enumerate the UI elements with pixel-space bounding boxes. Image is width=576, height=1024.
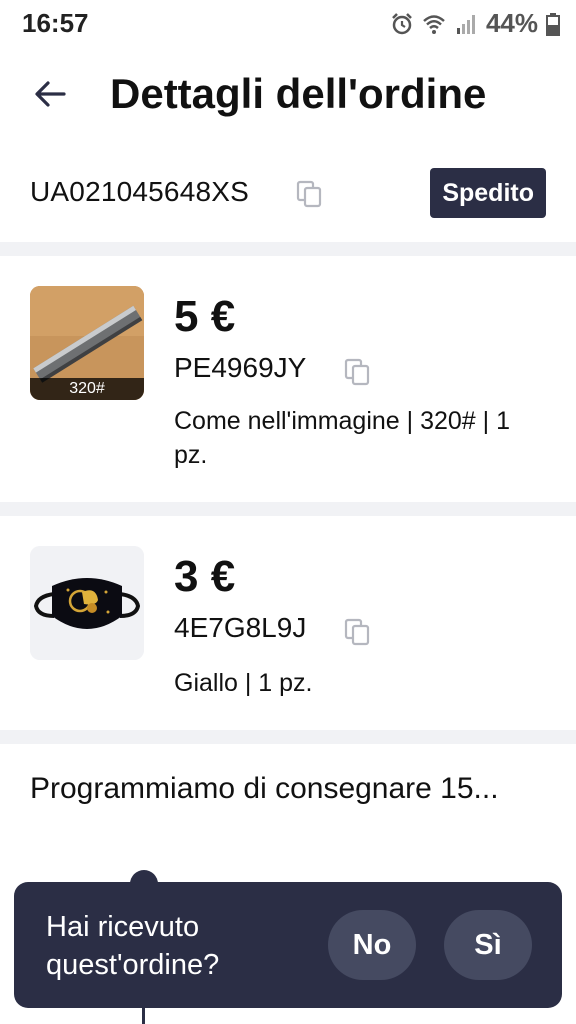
status-badge: Spedito: [430, 168, 546, 218]
battery-icon: [546, 12, 560, 36]
header: Dettagli dell'ordine: [0, 60, 576, 130]
product-image[interactable]: [30, 546, 144, 660]
item-price: 3 €: [174, 552, 236, 601]
section-divider: [0, 502, 576, 516]
order-row: UA021045648XS Spedito: [0, 160, 576, 230]
item-price: 5 €: [174, 292, 236, 341]
status-time: 16:57: [22, 8, 89, 38]
thumb-label: 320#: [30, 378, 144, 400]
signal-icon: [456, 14, 475, 34]
page-title: Dettagli dell'ordine: [110, 70, 487, 117]
section-divider: [0, 730, 576, 744]
alarm-icon: [392, 12, 412, 34]
order-id: UA021045648XS: [30, 176, 249, 207]
order-received-prompt: Hai ricevuto quest'ordine? No Sì: [14, 882, 562, 1008]
item-description: Giallo | 1 pz.: [174, 669, 313, 697]
copy-icon[interactable]: [344, 618, 372, 646]
item-sku: 4E7G8L9J: [174, 612, 307, 643]
no-button[interactable]: No: [328, 910, 416, 980]
order-item[interactable]: 3 € 4E7G8L9J Giallo | 1 pz.: [0, 516, 576, 730]
status-bar: 16:57 44%: [0, 0, 576, 44]
arrow-left-icon[interactable]: [30, 74, 70, 114]
wifi-icon: [423, 14, 445, 34]
status-icons: 44%: [390, 8, 560, 39]
copy-icon[interactable]: [296, 180, 324, 208]
prompt-question: Hai ricevuto quest'ordine?: [46, 911, 220, 981]
product-image[interactable]: 320#: [30, 286, 144, 400]
yes-button[interactable]: Sì: [444, 910, 532, 980]
delivery-estimate: Programmiamo di consegnare 15...: [30, 772, 499, 805]
face-mask-image: [30, 546, 144, 660]
item-description: Come nell'immagine | 320# | 1 pz.: [174, 407, 510, 469]
section-divider: [0, 242, 576, 256]
order-item[interactable]: 320# 5 € PE4969JY Come nell'immagine | 3…: [0, 256, 576, 502]
copy-icon[interactable]: [344, 358, 372, 386]
item-sku: PE4969JY: [174, 352, 307, 383]
battery-percent: 44%: [485, 8, 538, 38]
